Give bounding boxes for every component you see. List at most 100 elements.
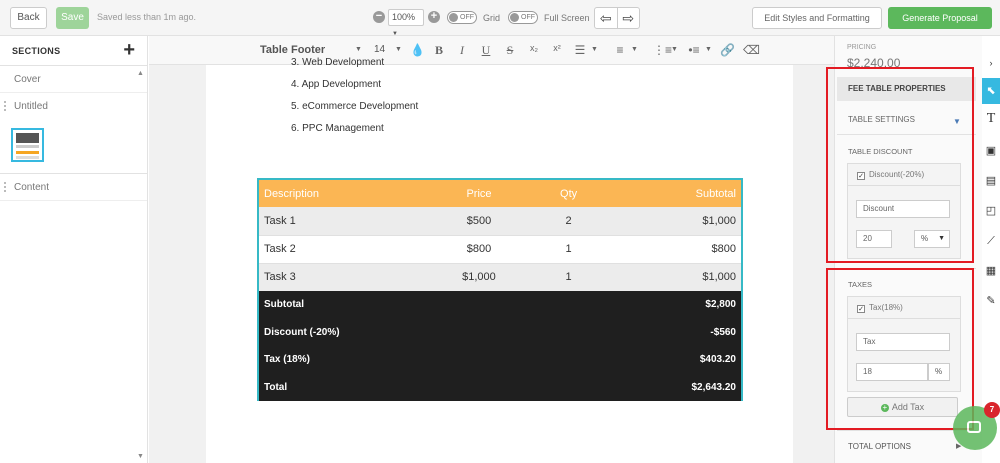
table-row[interactable]: Task 2 $800 1 $800 [259, 234, 741, 264]
strikethrough-icon[interactable]: S [503, 43, 517, 58]
top-toolbar: Back Save Saved less than 1m ago. − 100%… [0, 0, 1000, 37]
table-cell[interactable]: 1 [534, 263, 603, 291]
edit-styles-button[interactable]: Edit Styles and Formatting [752, 7, 882, 29]
table-cell[interactable]: $800 [423, 234, 535, 264]
chevron-down-icon[interactable]: ▼ [671, 46, 678, 53]
numbered-list-icon[interactable]: ⋮≡ [653, 43, 672, 57]
table-cell[interactable]: $1,000 [602, 207, 741, 235]
pricing-label: PRICING [847, 44, 877, 51]
table-cell[interactable]: 1 [534, 234, 603, 264]
scroll-down-icon[interactable]: ▼ [137, 453, 144, 460]
drag-handle-icon[interactable] [4, 101, 7, 111]
summary-row-tax: Tax (18%) $403.20 [259, 346, 741, 374]
table-header-row: Description Price Qty Subtotal [259, 180, 741, 207]
drag-handle-icon[interactable] [4, 182, 7, 192]
subscript-icon[interactable]: x₂ [527, 43, 541, 53]
sidebar-title: SECTIONS [12, 46, 61, 56]
section-item-content[interactable]: Content [0, 174, 147, 201]
zoom-select[interactable]: 100% ▼ [388, 9, 424, 37]
column-header: Description [259, 180, 424, 207]
shape-tool-icon[interactable]: ◰ [982, 198, 1000, 224]
chevron-down-icon[interactable]: ▼ [355, 46, 362, 53]
scroll-up-icon[interactable]: ▲ [137, 70, 144, 77]
column-header: Subtotal [602, 180, 741, 207]
select-tool-icon[interactable]: ⬉ [982, 78, 1000, 104]
summary-value: $2,800 [602, 291, 741, 319]
sidebar-header: SECTIONS + [0, 36, 147, 66]
summary-value: $403.20 [602, 346, 741, 374]
chevron-down-icon[interactable]: ▼ [631, 46, 638, 53]
gallery-tool-icon[interactable]: ▤ [982, 168, 1000, 194]
grid-toggle[interactable]: OFF [447, 11, 477, 24]
image-tool-icon[interactable]: ▣ [982, 138, 1000, 164]
highlight-box-taxes [826, 268, 974, 430]
chevron-down-icon[interactable]: ▼ [705, 46, 712, 53]
section-item-cover[interactable]: Cover [0, 66, 147, 93]
table-cell[interactable]: $1,000 [602, 263, 741, 291]
chevron-down-icon[interactable]: ▼ [591, 46, 598, 53]
generate-proposal-button[interactable]: Generate Proposal [888, 7, 992, 29]
fullscreen-label: Full Screen [544, 13, 590, 23]
add-section-icon[interactable]: + [123, 39, 135, 62]
column-header: Qty [534, 180, 603, 207]
summary-value: -$560 [602, 318, 741, 346]
page-thumbnail[interactable] [11, 128, 44, 162]
fee-table-grid: Description Price Qty Subtotal Task 1 $5… [259, 180, 741, 401]
summary-label: Total [259, 373, 603, 401]
summary-value: $2,643.20 [602, 373, 741, 401]
text-tool-icon[interactable]: T [982, 106, 1000, 132]
chevron-right-icon[interactable]: › [982, 50, 1000, 76]
signature-tool-icon[interactable]: ✎ [982, 288, 1000, 314]
list-item: 5. eCommerce Development [291, 101, 419, 112]
text-style-select[interactable]: Table Footer [260, 44, 325, 56]
fullscreen-toggle[interactable]: OFF [508, 11, 538, 24]
zoom-in-icon[interactable]: + [428, 11, 440, 23]
format-toolbar: Table Footer ▼ 14 ▼ 💧 B I U S x₂ x² ☰ ▼ … [149, 36, 834, 65]
bold-icon[interactable]: B [432, 43, 446, 58]
table-tool-icon[interactable]: ▦ [982, 258, 1000, 284]
clear-format-icon[interactable]: ⌫ [743, 43, 760, 57]
list-item: 3. Web Development [291, 57, 385, 68]
summary-label: Subtotal [259, 291, 603, 319]
section-item-untitled[interactable]: Untitled [0, 93, 147, 120]
save-status: Saved less than 1m ago. [97, 12, 197, 22]
align-left-icon[interactable]: ☰ [573, 43, 587, 57]
table-row[interactable]: Task 1 $500 2 $1,000 [259, 207, 741, 235]
grid-label: Grid [483, 13, 501, 23]
chat-icon [967, 421, 981, 433]
redo-icon[interactable]: ⇨ [618, 8, 640, 28]
line-tool-icon[interactable]: ⟋ [982, 228, 1000, 254]
text-color-icon[interactable]: 💧 [410, 43, 425, 57]
back-button[interactable]: Back [10, 7, 47, 29]
italic-icon[interactable]: I [455, 43, 469, 58]
table-cell[interactable]: $1,000 [423, 263, 535, 291]
fee-table[interactable]: Description Price Qty Subtotal Task 1 $5… [257, 178, 743, 401]
list-item: 4. App Development [291, 79, 382, 90]
summary-label: Discount (-20%) [259, 318, 603, 346]
sidebar-scrollbar[interactable]: ▲ ▼ [137, 70, 145, 460]
summary-label: Tax (18%) [259, 346, 603, 374]
total-options-toggle[interactable]: TOTAL OPTIONS [848, 442, 911, 451]
table-cell[interactable]: $500 [423, 207, 535, 235]
table-cell[interactable]: Task 3 [259, 263, 424, 291]
summary-row-total: Total $2,643.20 [259, 373, 741, 401]
sections-sidebar: SECTIONS + Cover Untitled Content ▲ ▼ [0, 36, 148, 463]
align-center-icon[interactable]: ≡ [613, 43, 627, 57]
table-row[interactable]: Task 3 $1,000 1 $1,000 [259, 263, 741, 291]
table-cell[interactable]: Task 1 [259, 207, 424, 235]
page-thumbnail-row [0, 120, 147, 174]
undo-icon[interactable]: ⇦ [595, 8, 618, 28]
superscript-icon[interactable]: x² [550, 43, 564, 53]
table-cell[interactable]: $800 [602, 234, 741, 264]
font-size-select[interactable]: 14 [374, 44, 385, 55]
highlight-box-discount [826, 67, 974, 263]
chevron-down-icon[interactable]: ▼ [395, 46, 402, 53]
save-button[interactable]: Save [56, 7, 89, 29]
table-cell[interactable]: Task 2 [259, 234, 424, 264]
bullet-list-icon[interactable]: •≡ [687, 43, 701, 57]
table-cell[interactable]: 2 [534, 207, 603, 235]
summary-row-subtotal: Subtotal $2,800 [259, 291, 741, 319]
link-icon[interactable]: 🔗 [720, 43, 735, 57]
zoom-out-icon[interactable]: − [373, 11, 385, 23]
underline-icon[interactable]: U [479, 43, 493, 58]
